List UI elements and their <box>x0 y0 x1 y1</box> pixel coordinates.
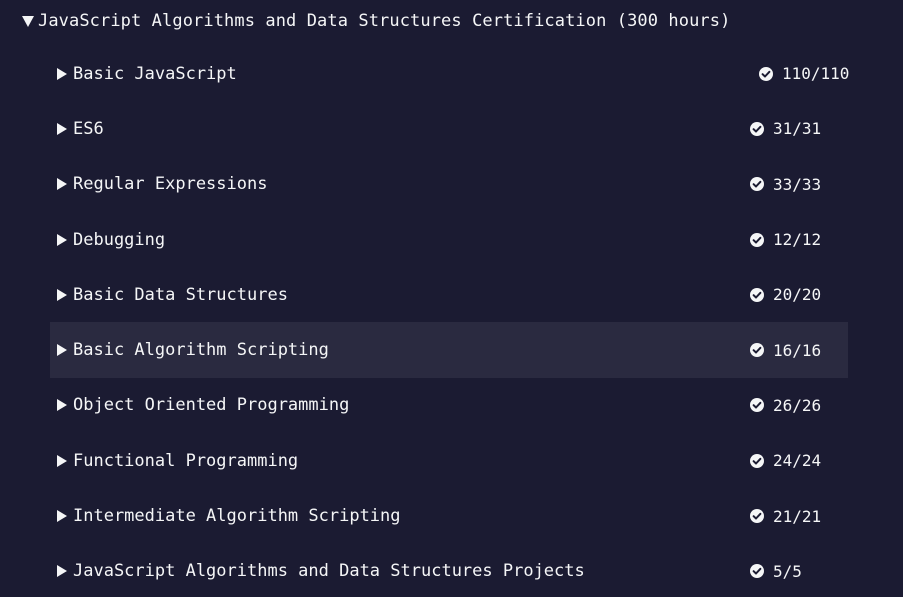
caret-right-icon <box>57 344 67 357</box>
progress-count: 31/31 <box>773 119 822 139</box>
check-circle-icon <box>750 121 764 136</box>
block-label: Object Oriented Programming <box>73 395 350 416</box>
block-row[interactable]: ES6 31/31 <box>50 101 848 156</box>
progress-count: 21/21 <box>773 506 822 526</box>
block-title: Basic Data Structures <box>57 285 288 305</box>
caret-right-icon <box>57 510 67 523</box>
progress-count: 33/33 <box>773 174 822 194</box>
block-label: Regular Expressions <box>73 174 268 195</box>
check-circle-icon <box>750 287 764 302</box>
curriculum-map: JavaScript Algorithms and Data Structure… <box>0 0 903 597</box>
block-title: Debugging <box>57 230 165 250</box>
check-circle-icon <box>750 453 764 468</box>
block-title: Object Oriented Programming <box>57 395 349 415</box>
block-row[interactable]: Object Oriented Programming 26/26 <box>50 378 848 433</box>
progress-count: 20/20 <box>773 285 822 305</box>
block-row[interactable]: Regular Expressions 33/33 <box>50 157 848 212</box>
certification-title: JavaScript Algorithms and Data Structure… <box>38 11 731 31</box>
check-circle-icon <box>750 232 764 247</box>
progress-count: 12/12 <box>773 230 822 250</box>
block-label: Basic Data Structures <box>73 284 288 305</box>
block-list: Basic JavaScript 110/110 ES6 31/31 Regul… <box>50 46 849 597</box>
block-progress: 16/16 <box>750 341 840 360</box>
block-progress: 20/20 <box>750 285 840 304</box>
block-row[interactable]: Intermediate Algorithm Scripting 21/21 <box>50 488 848 543</box>
block-progress: 33/33 <box>750 175 840 194</box>
block-label: Debugging <box>73 229 166 250</box>
progress-count: 5/5 <box>773 561 802 581</box>
block-progress: 26/26 <box>750 396 840 415</box>
block-title: JavaScript Algorithms and Data Structure… <box>57 561 585 581</box>
block-label: Basic Algorithm Scripting <box>73 340 329 361</box>
progress-count: 24/24 <box>773 451 822 471</box>
progress-count: 16/16 <box>773 340 822 360</box>
block-progress: 12/12 <box>750 230 840 249</box>
caret-right-icon <box>57 399 67 412</box>
block-row[interactable]: Functional Programming 24/24 <box>50 433 848 488</box>
block-progress: 24/24 <box>750 451 840 470</box>
block-title: Basic Algorithm Scripting <box>57 340 329 360</box>
check-circle-icon <box>750 343 764 358</box>
caret-right-icon <box>57 233 67 246</box>
block-row[interactable]: JavaScript Algorithms and Data Structure… <box>50 544 848 597</box>
caret-right-icon <box>57 565 67 578</box>
block-label: ES6 <box>73 118 104 139</box>
block-progress: 110/110 <box>759 64 849 83</box>
check-circle-icon <box>750 509 764 524</box>
caret-right-icon <box>57 122 67 135</box>
block-progress: 21/21 <box>750 507 840 526</box>
block-title: Regular Expressions <box>57 174 267 194</box>
block-title: Intermediate Algorithm Scripting <box>57 506 401 526</box>
block-label: Intermediate Algorithm Scripting <box>73 506 401 527</box>
caret-right-icon <box>57 288 67 301</box>
progress-count: 110/110 <box>782 64 850 84</box>
block-row[interactable]: Debugging 12/12 <box>50 212 848 267</box>
caret-right-icon <box>57 454 67 467</box>
block-progress: 31/31 <box>750 119 840 138</box>
block-label: Functional Programming <box>73 450 299 471</box>
block-title: Basic JavaScript <box>57 64 237 84</box>
check-circle-icon <box>759 66 773 81</box>
block-row[interactable]: Basic JavaScript 110/110 <box>50 46 849 101</box>
block-label: Basic JavaScript <box>73 63 237 84</box>
progress-count: 26/26 <box>773 395 822 415</box>
certification-toggle[interactable]: JavaScript Algorithms and Data Structure… <box>22 8 730 34</box>
check-circle-icon <box>750 564 764 579</box>
block-title: Functional Programming <box>57 451 298 471</box>
check-circle-icon <box>750 398 764 413</box>
block-row[interactable]: Basic Data Structures 20/20 <box>50 267 848 322</box>
caret-right-icon <box>57 178 67 191</box>
block-progress: 5/5 <box>750 562 840 581</box>
block-title: ES6 <box>57 119 104 139</box>
block-row[interactable]: Basic Algorithm Scripting 16/16 <box>50 322 848 378</box>
block-label: JavaScript Algorithms and Data Structure… <box>73 561 585 582</box>
check-circle-icon <box>750 177 764 192</box>
caret-right-icon <box>57 67 67 80</box>
caret-down-icon <box>22 15 34 27</box>
